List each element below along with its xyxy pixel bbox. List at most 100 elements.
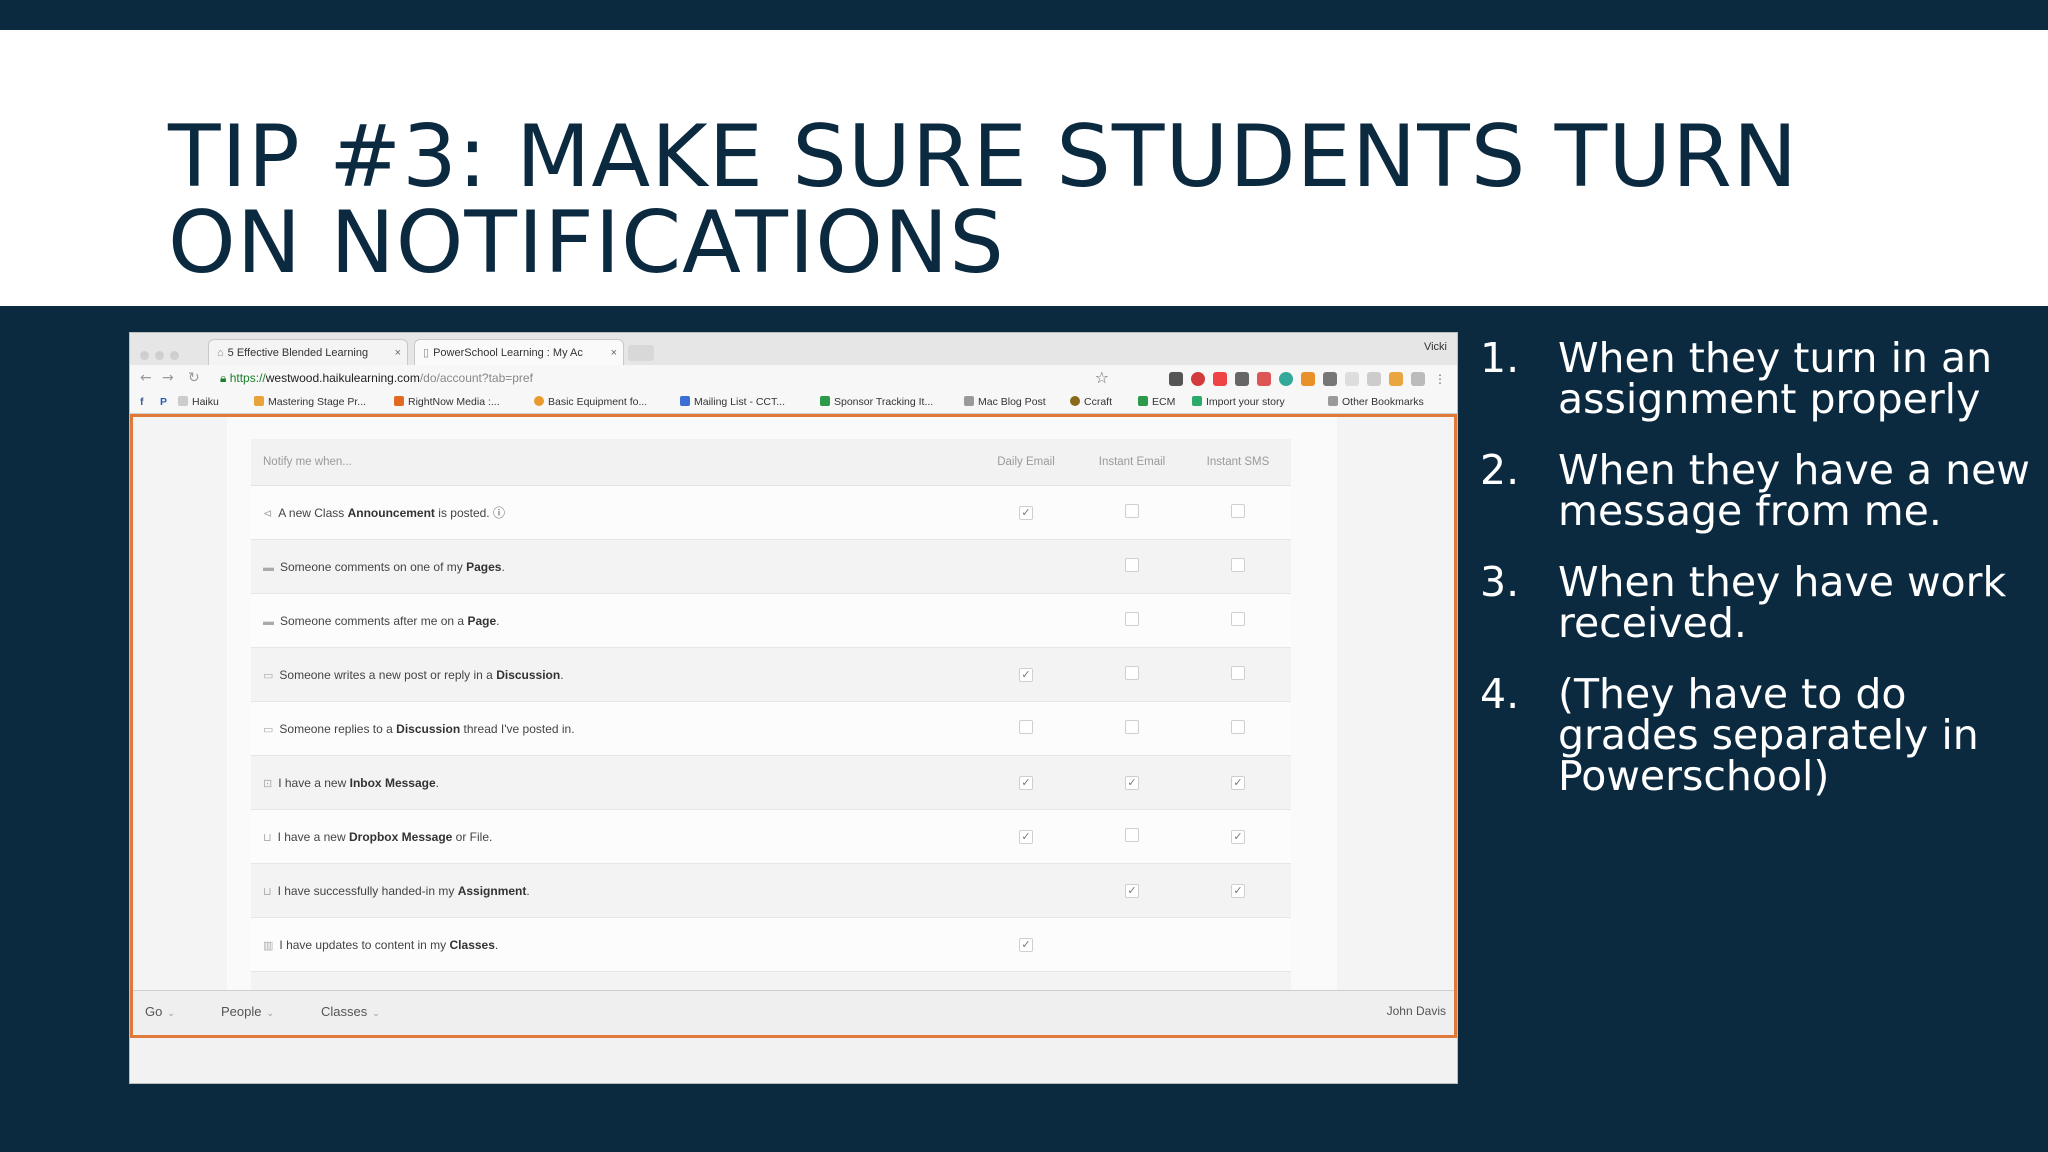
extension-icon[interactable] bbox=[1389, 372, 1403, 386]
label-pre: I have a new bbox=[278, 775, 350, 790]
bookmark-basic-equipment[interactable]: Basic Equipment fo... bbox=[534, 396, 647, 408]
bookmark-sponsor-tracking[interactable]: Sponsor Tracking It... bbox=[820, 396, 933, 408]
label-bold: Page bbox=[467, 613, 497, 628]
chevron-down-icon: ⌄ bbox=[167, 1008, 175, 1018]
checkbox-unchecked[interactable] bbox=[1231, 504, 1245, 518]
checkbox-checked[interactable]: ✓ bbox=[1019, 830, 1033, 844]
table-row: ▬ Someone comments on one of my Pages. bbox=[251, 539, 1291, 594]
extension-icon[interactable] bbox=[1411, 372, 1425, 386]
url-field[interactable]: 🔒︎ https://westwood.haikulearning.com/do… bbox=[220, 371, 533, 386]
bookmark-rightnow-media[interactable]: RightNow Media :... bbox=[394, 396, 500, 408]
bookmark-other-bookmarks[interactable]: Other Bookmarks bbox=[1328, 396, 1424, 408]
checkbox-checked[interactable]: ✓ bbox=[1019, 938, 1033, 952]
menu-icon[interactable]: ⋮ bbox=[1433, 372, 1447, 386]
classes-menu[interactable]: Classes ⌄ bbox=[321, 1004, 380, 1019]
cell-instant-email bbox=[1079, 485, 1185, 540]
bookmark-mailing-list[interactable]: Mailing List - CCT... bbox=[680, 396, 785, 408]
people-menu[interactable]: People ⌄ bbox=[221, 1004, 274, 1019]
extension-icon[interactable] bbox=[1323, 372, 1337, 386]
checkbox-unchecked[interactable] bbox=[1125, 504, 1139, 518]
cell-daily-email bbox=[973, 539, 1079, 594]
reload-icon[interactable]: ↻ bbox=[188, 370, 200, 386]
browser-profile-name[interactable]: Vicki bbox=[1424, 341, 1447, 353]
bookmark-ccraft[interactable]: Ccraft bbox=[1070, 396, 1112, 408]
label-bold: Dropbox Message bbox=[348, 829, 453, 844]
extension-icon[interactable] bbox=[1345, 372, 1359, 386]
label-bold: Announcement bbox=[347, 506, 435, 520]
bottom-nav-bar: Go ⌄ People ⌄ Classes ⌄ John Davis bbox=[133, 990, 1454, 1035]
back-arrow-icon[interactable]: ← bbox=[140, 370, 152, 386]
notification-type-icon: ▬ bbox=[263, 615, 274, 628]
account-user-name[interactable]: John Davis bbox=[1387, 1004, 1446, 1018]
cell-daily-email: ✓ bbox=[973, 647, 1079, 702]
column-header-instant-email: Instant Email bbox=[1079, 439, 1185, 486]
chevron-down-icon: ⌄ bbox=[372, 1008, 380, 1018]
extension-icon[interactable] bbox=[1169, 372, 1183, 386]
pinterest-bookmark-icon[interactable]: P bbox=[160, 396, 167, 408]
notification-label: ▭ Someone replies to a Discussion thread … bbox=[251, 701, 973, 756]
checkbox-absent bbox=[1019, 612, 1033, 626]
browser-tab-powerschool[interactable]: ▯ PowerSchool Learning : My Ac × bbox=[414, 339, 624, 365]
bookmark-ecm[interactable]: ECM bbox=[1138, 396, 1175, 408]
column-header-instant-sms: Instant SMS bbox=[1185, 439, 1291, 486]
extension-icon[interactable] bbox=[1235, 372, 1249, 386]
chevron-down-icon: ⌄ bbox=[266, 1008, 275, 1018]
bookmark-import-story[interactable]: Import your story bbox=[1192, 396, 1285, 408]
extension-icon[interactable] bbox=[1213, 372, 1227, 386]
checkbox-checked[interactable]: ✓ bbox=[1125, 884, 1139, 898]
table-row: ⊲ A new Class Announcement is posted. ⓘ ✓ bbox=[251, 485, 1291, 540]
checkbox-checked[interactable]: ✓ bbox=[1231, 830, 1245, 844]
bookmark-mastering-stage[interactable]: Mastering Stage Pr... bbox=[254, 396, 366, 408]
checkbox-checked[interactable]: ✓ bbox=[1019, 776, 1033, 790]
cell-daily-email bbox=[973, 701, 1079, 756]
notification-type-icon: ▬ bbox=[263, 561, 274, 574]
cell-instant-sms bbox=[1185, 539, 1291, 594]
notification-label: ⊲ A new Class Announcement is posted. ⓘ bbox=[251, 485, 973, 540]
checkbox-absent bbox=[1231, 936, 1245, 950]
checkbox-checked[interactable]: ✓ bbox=[1231, 884, 1245, 898]
checkbox-unchecked[interactable] bbox=[1231, 720, 1245, 734]
checkbox-unchecked[interactable] bbox=[1231, 666, 1245, 680]
window-controls[interactable] bbox=[140, 345, 185, 364]
cell-daily-email: ✓ bbox=[973, 755, 1079, 810]
extension-icon[interactable] bbox=[1279, 372, 1293, 386]
checkbox-unchecked[interactable] bbox=[1125, 558, 1139, 572]
extension-icon[interactable] bbox=[1191, 372, 1205, 386]
tab-close-icon[interactable]: × bbox=[611, 340, 617, 365]
facebook-bookmark-icon[interactable]: f bbox=[140, 396, 144, 408]
extension-icon[interactable] bbox=[1301, 372, 1315, 386]
label-post: or File. bbox=[452, 829, 493, 844]
go-menu[interactable]: Go ⌄ bbox=[145, 1004, 175, 1019]
extension-icon[interactable] bbox=[1367, 372, 1381, 386]
checkbox-checked[interactable]: ✓ bbox=[1019, 668, 1033, 682]
bookmark-star-icon[interactable]: ☆ bbox=[1095, 368, 1109, 387]
bookmark-haiku[interactable]: Haiku bbox=[178, 396, 219, 408]
checkbox-unchecked[interactable] bbox=[1125, 720, 1139, 734]
label-pre: I have updates to content in my bbox=[279, 937, 450, 952]
table-row: ▬ Someone comments after me on a Page. bbox=[251, 593, 1291, 648]
checkbox-checked[interactable]: ✓ bbox=[1125, 776, 1139, 790]
browser-tab-blended-learning[interactable]: ⌂ 5 Effective Blended Learning × bbox=[208, 339, 408, 365]
new-tab-button[interactable] bbox=[628, 345, 654, 361]
notification-type-icon: ⊲ bbox=[263, 508, 273, 520]
table-row: ▭ Someone writes a new post or reply in a… bbox=[251, 647, 1291, 702]
checkbox-unchecked[interactable] bbox=[1125, 828, 1139, 842]
tab-close-icon[interactable]: × bbox=[395, 340, 401, 365]
forward-arrow-icon[interactable]: → bbox=[162, 370, 174, 386]
checkbox-unchecked[interactable] bbox=[1125, 612, 1139, 626]
notification-type-icon: ▭ bbox=[263, 669, 274, 682]
checkbox-unchecked[interactable] bbox=[1019, 720, 1033, 734]
tips-list: 1. When they turn in an assignment proper… bbox=[1480, 338, 2040, 827]
label-pre: A new Class bbox=[278, 506, 348, 520]
notification-label: ⊔ I have a new Dropbox Message or File. bbox=[251, 809, 973, 864]
cell-instant-email: ✓ bbox=[1079, 863, 1185, 918]
checkbox-unchecked[interactable] bbox=[1125, 666, 1139, 680]
bookmark-mac-blog-post[interactable]: Mac Blog Post bbox=[964, 396, 1046, 408]
checkbox-checked[interactable]: ✓ bbox=[1231, 776, 1245, 790]
checkbox-checked[interactable]: ✓ bbox=[1019, 506, 1033, 520]
checkbox-unchecked[interactable] bbox=[1231, 558, 1245, 572]
checkbox-unchecked[interactable] bbox=[1231, 612, 1245, 626]
page-icon: ▯ bbox=[423, 347, 430, 359]
extension-icon[interactable] bbox=[1257, 372, 1271, 386]
cell-instant-sms bbox=[1185, 647, 1291, 702]
